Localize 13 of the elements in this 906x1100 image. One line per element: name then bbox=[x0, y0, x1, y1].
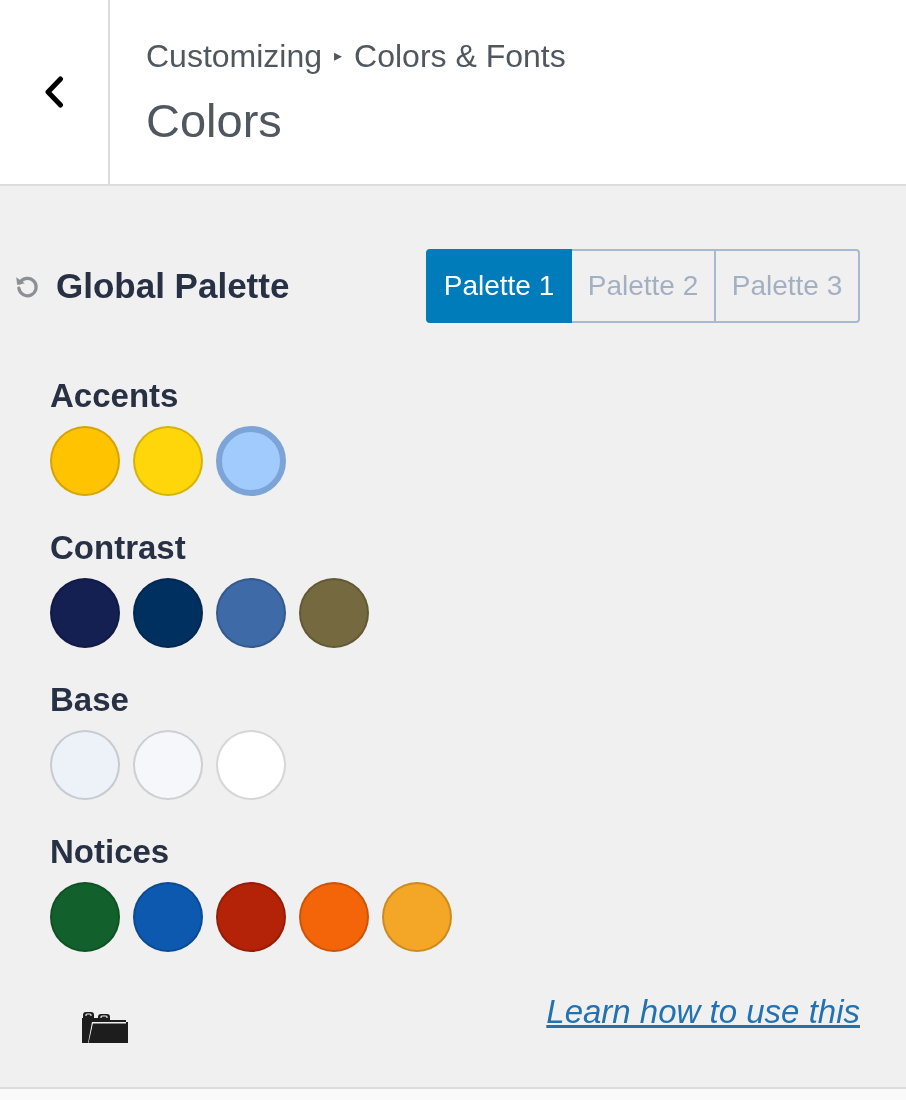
group-label: Accents bbox=[50, 378, 179, 414]
palette-title: Global Palette bbox=[56, 265, 290, 307]
breadcrumb-parent: Customizing bbox=[146, 37, 323, 75]
breadcrumb-separator: ▸ bbox=[334, 46, 343, 66]
palette-tab[interactable]: Palette 1 bbox=[426, 249, 572, 323]
folder-icon[interactable] bbox=[80, 1010, 130, 1044]
group-label: Contrast bbox=[50, 530, 186, 566]
help-link[interactable]: Learn how to use this bbox=[546, 992, 860, 1032]
breadcrumb-current: Colors & Fonts bbox=[354, 37, 566, 75]
group-label: Base bbox=[50, 682, 129, 718]
panel-title: Colors bbox=[146, 93, 282, 149]
back-chevron-icon[interactable] bbox=[44, 76, 64, 108]
group-label: Notices bbox=[50, 834, 170, 870]
